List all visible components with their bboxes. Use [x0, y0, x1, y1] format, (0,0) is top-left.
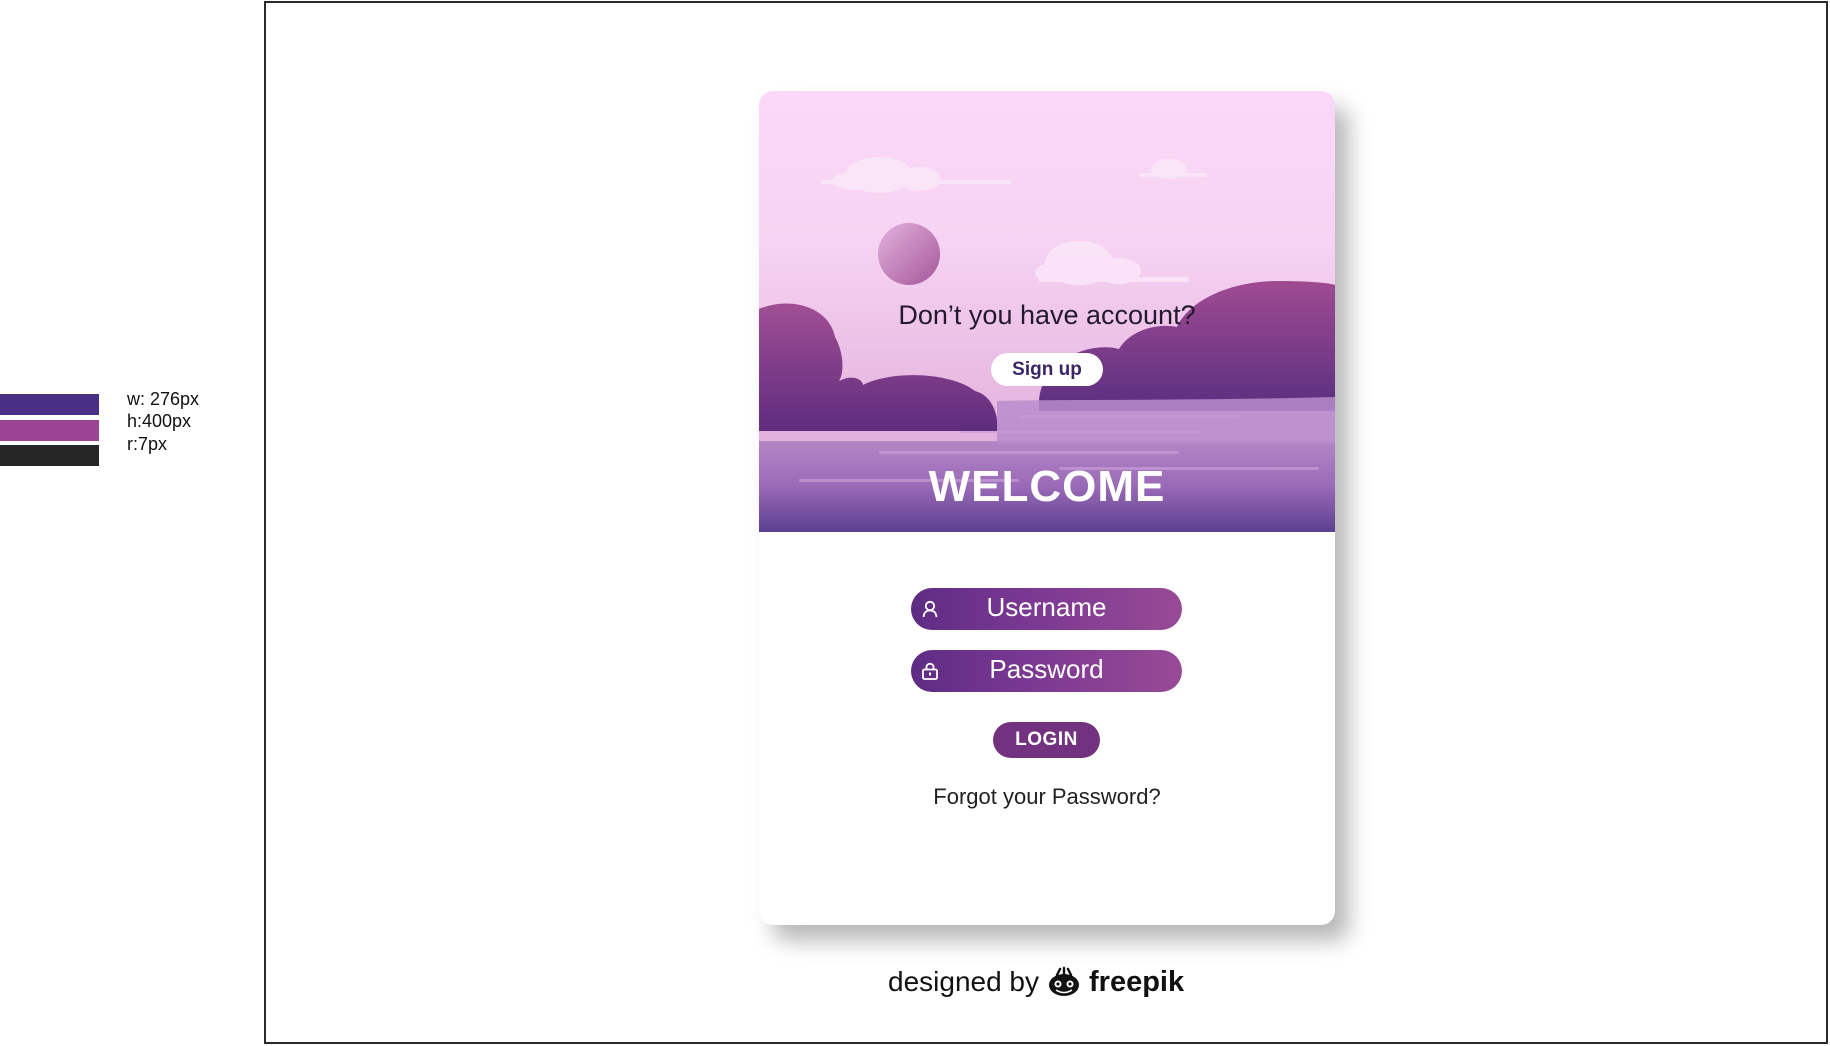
legend-height-label: h:400px — [127, 411, 192, 431]
signup-button[interactable]: Sign up — [991, 353, 1103, 386]
credit-prefix: designed by — [888, 966, 1040, 997]
password-input[interactable] — [911, 650, 1182, 692]
forgot-password-link[interactable]: Forgot your Password? — [759, 784, 1335, 810]
password-field[interactable] — [911, 650, 1182, 692]
lock-icon — [922, 662, 938, 680]
username-field[interactable] — [911, 588, 1182, 630]
username-input[interactable] — [911, 588, 1182, 630]
login-card: Don’t you have account? Sign up WELCOME … — [759, 91, 1335, 925]
legend-radius-label: r:7px — [127, 434, 168, 454]
freepik-logo-icon — [1049, 966, 1080, 996]
legend-width-label: w: 276px — [127, 389, 200, 409]
hero-illustration: Don’t you have account? Sign up WELCOME — [759, 91, 1335, 532]
signup-prompt: Don’t you have account? — [898, 300, 1196, 330]
welcome-heading: WELCOME — [928, 462, 1166, 511]
legend-swatch-deep-purple — [0, 394, 99, 415]
login-button[interactable]: LOGIN — [993, 722, 1100, 758]
freepik-brand-text: freepik — [1089, 965, 1185, 998]
legend-swatch-dark — [0, 445, 99, 466]
user-icon — [922, 600, 938, 618]
credit-line: designed by freepik — [888, 962, 1184, 1002]
legend-swatch-magenta — [0, 420, 99, 441]
